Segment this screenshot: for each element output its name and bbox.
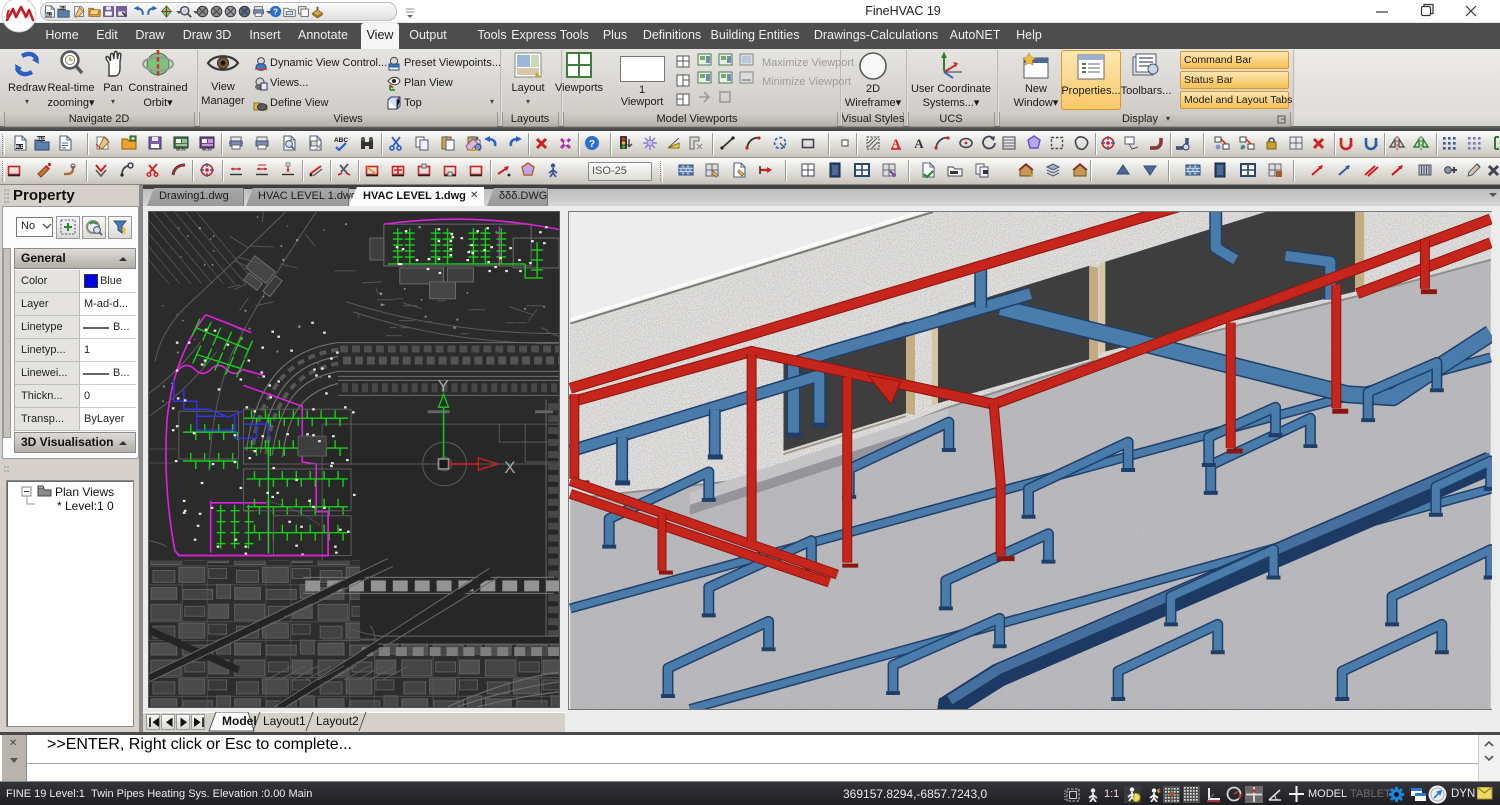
svg-text:?: ? xyxy=(589,138,595,150)
svg-text:ABC: ABC xyxy=(334,137,348,144)
svg-text:?: ? xyxy=(273,7,278,16)
svg-text:BLD: BLD xyxy=(59,6,67,10)
svg-text:A: A xyxy=(914,136,924,151)
svg-text:BLD: BLD xyxy=(45,13,53,17)
svg-text:BLD: BLD xyxy=(37,136,46,141)
svg-text:Y: Y xyxy=(438,376,449,395)
svg-text:BCIS: BCIS xyxy=(202,147,212,152)
svg-text:BLD: BLD xyxy=(15,144,24,149)
svg-text:X: X xyxy=(504,458,515,477)
svg-text:BCIS: BCIS xyxy=(176,147,186,152)
